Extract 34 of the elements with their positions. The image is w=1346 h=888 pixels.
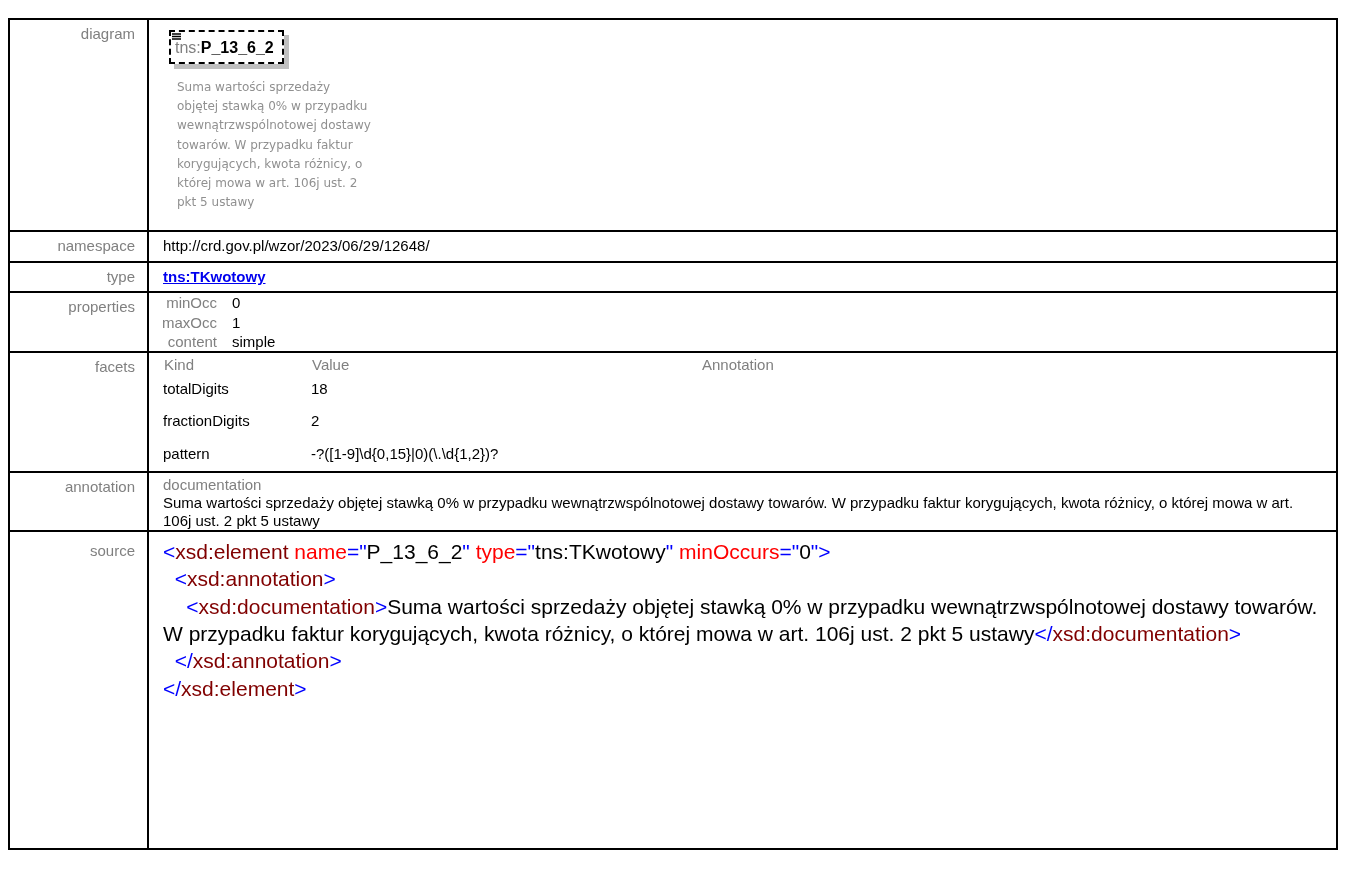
property-value: 0 (232, 294, 241, 312)
type-link[interactable]: tns:TKwotowy (163, 267, 266, 285)
property-value: simple (232, 332, 276, 350)
code-line: </xsd:element> (163, 675, 308, 702)
row-label: type (106, 267, 135, 285)
row-label: annotation (64, 478, 135, 496)
facet-value: 2 (311, 412, 320, 430)
facet-kind: fractionDigits (163, 412, 250, 430)
property-name: minOcc (166, 294, 217, 312)
annotation-text: Suma wartości sprzedaży objętej stawką 0% w przypadku wewnątrzwspólnotowej dostawy towarów. W przypadku faktur korygujących, kwota różnicy, o której mowa w art. 106j ust. 2 pkt 5 ustawy (163, 494, 1295, 531)
column-header: Kind (164, 356, 195, 374)
facet-value: 18 (311, 379, 328, 397)
facet-kind: totalDigits (163, 379, 229, 397)
annotation-heading: documentation (163, 476, 263, 495)
row-label: facets (94, 358, 135, 376)
row-label: diagram (80, 25, 135, 42)
row-label: source (89, 542, 135, 560)
property-name: content (167, 332, 217, 350)
list-icon (172, 33, 181, 41)
element-name: tns:P_13_6_2 (175, 38, 274, 58)
row-label: namespace (57, 237, 135, 255)
element-description: Suma wartości sprzedaży objętej stawką 0% w przypadku wewnątrzwspólnotowej dostawy towarów. W przypadku faktur korygujących, kwota różnicy, o której mowa w art. 106j ust. 2 pkt 5 ustawy (177, 79, 372, 212)
namespace-value: http://crd.gov.pl/wzor/2023/06/29/12648/ (163, 237, 430, 255)
column-header: Value (312, 356, 350, 374)
facet-value: -?([1-9]\d{0,15}|0)(\.\d{1,2})? (311, 444, 499, 462)
code-line: <xsd:element name="P_13_6_2" type="tns:TKwotowy" minOccurs="0"> (163, 539, 832, 566)
row-label: properties (68, 298, 135, 316)
code-line: <xsd:annotation> (173, 566, 337, 593)
code-line: </xsd:annotation> (173, 648, 343, 675)
facet-kind: pattern (163, 444, 210, 462)
property-value: 1 (232, 313, 241, 331)
property-name: maxOcc (162, 313, 217, 331)
code-line: <xsd:documentation>Suma wartości sprzedaży objętej stawką 0% w przypadku wewnątrzwspólnotowej dostawy towarów. W przypadku faktur korygujących, kwota różnicy, o której mowa w art. 106j ust. 2 pkt 5 ustawy</xsd:documentation> (163, 593, 1319, 647)
column-header: Annotation (702, 356, 774, 374)
